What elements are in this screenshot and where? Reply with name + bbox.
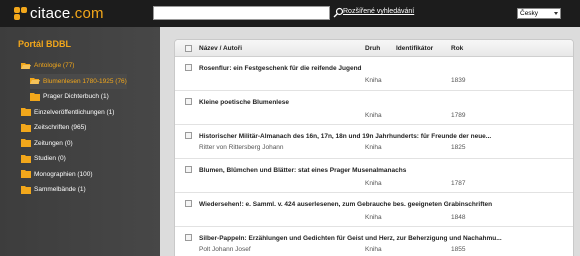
row-type: Kniha	[365, 112, 382, 119]
folder-open-icon	[30, 78, 40, 85]
row-type: Kniha	[365, 180, 382, 187]
column-header-id[interactable]: Identifikátor	[396, 45, 433, 52]
table-row[interactable]: Rosenflur: ein Festgeschenk für die reif…	[175, 57, 573, 91]
table-header: Název / Autoři Druh Identifikátor Rok	[175, 40, 573, 57]
folder-icon	[21, 185, 31, 194]
row-title[interactable]: Wiedersehen!: e. Samml. v. 424 auserlese…	[199, 201, 492, 208]
row-type: Kniha	[365, 144, 382, 151]
sidebar-item-label: Einzelveröffentlichungen (1)	[34, 108, 115, 116]
row-checkbox[interactable]	[185, 166, 192, 173]
results-table: Název / Autoři Druh Identifikátor Rok Ro…	[174, 39, 574, 256]
column-header-name[interactable]: Název / Autoři	[199, 45, 242, 52]
column-header-year[interactable]: Rok	[451, 45, 463, 52]
sidebar-item-label: Studien (0)	[34, 155, 66, 163]
sidebar-item-label: Antologie (77)	[34, 62, 75, 70]
row-checkbox[interactable]	[185, 98, 192, 105]
row-year: 1839	[451, 77, 466, 84]
sidebar-item-zeitschriften[interactable]: Zeitschriften (965)	[21, 120, 127, 136]
row-checkbox[interactable]	[185, 132, 192, 139]
row-year: 1787	[451, 180, 466, 187]
row-checkbox[interactable]	[185, 200, 192, 207]
chevron-down-icon	[554, 12, 558, 15]
sidebar-item-monographien[interactable]: Monographien (100)	[21, 167, 127, 183]
sidebar-nav: Antologie (77) Blumenlesen 1780-1925 (76…	[21, 58, 127, 198]
language-select[interactable]: Česky	[517, 8, 561, 19]
sidebar-item-label: Zeitschriften (965)	[34, 124, 87, 132]
row-title[interactable]: Blumen, Blümchen und Blätter: stat eines…	[199, 167, 406, 174]
sidebar-item-label: Blumenlesen 1780-1925 (76)	[43, 77, 127, 85]
row-title[interactable]: Silber-Pappeln: Erzählungen und Gedichte…	[199, 235, 502, 242]
table-row[interactable]: Wiedersehen!: e. Samml. v. 424 auserlese…	[175, 193, 573, 227]
column-header-type[interactable]: Druh	[365, 45, 380, 52]
main-content: Název / Autoři Druh Identifikátor Rok Ro…	[160, 27, 580, 256]
sidebar-item-label: Sammelbände (1)	[34, 186, 86, 194]
logo-text: citace.com	[30, 5, 104, 22]
table-row[interactable]: Historischer Militär-Almanach des 16n, 1…	[175, 125, 573, 159]
row-type: Kniha	[365, 214, 382, 221]
row-year: 1855	[451, 246, 466, 253]
row-year: 1789	[451, 112, 466, 119]
sidebar-item-label: Prager Dichterbuch (1)	[43, 93, 109, 101]
row-type: Kniha	[365, 246, 382, 253]
folder-icon	[30, 92, 40, 101]
folder-icon	[21, 170, 31, 179]
sidebar-item-label: Zeitungen (0)	[34, 139, 73, 147]
sidebar-item-blumenlesen[interactable]: Blumenlesen 1780-1925 (76)	[30, 73, 127, 89]
sidebar-item-einzelveroeffentlichungen[interactable]: Einzelveröffentlichungen (1)	[21, 105, 127, 121]
sidebar-item-zeitungen[interactable]: Zeitungen (0)	[21, 136, 127, 152]
language-value: Česky	[520, 10, 539, 17]
folder-icon	[21, 123, 31, 132]
portal-title: Portál BDBL	[18, 39, 72, 49]
folder-open-icon	[21, 62, 31, 69]
table-row[interactable]: Kleine poetische Blumenlese Kniha 1789	[175, 91, 573, 125]
table-row[interactable]: Silber-Pappeln: Erzählungen und Gedichte…	[175, 227, 573, 256]
sidebar-item-sammelbaende[interactable]: Sammelbände (1)	[21, 182, 127, 198]
row-year: 1825	[451, 144, 466, 151]
select-all-checkbox[interactable]	[185, 45, 192, 52]
sidebar-item-label: Monographien (100)	[34, 170, 93, 178]
sidebar: Portál BDBL Antologie (77) Blumenlesen 1…	[0, 27, 160, 256]
logo-icon	[14, 7, 27, 20]
row-checkbox[interactable]	[185, 234, 192, 241]
folder-icon	[21, 139, 31, 148]
row-title[interactable]: Historischer Militär-Almanach des 16n, 1…	[199, 133, 491, 140]
sidebar-item-prager-dichterbuch[interactable]: Prager Dichterbuch (1)	[30, 89, 127, 105]
row-author: Polt Johann Josef	[199, 246, 251, 253]
row-type: Kniha	[365, 77, 382, 84]
folder-icon	[21, 154, 31, 163]
row-title[interactable]: Rosenflur: ein Festgeschenk für die reif…	[199, 65, 362, 72]
logo[interactable]: citace.com	[14, 5, 104, 22]
sidebar-item-studien[interactable]: Studien (0)	[21, 151, 127, 167]
row-checkbox[interactable]	[185, 64, 192, 71]
table-row[interactable]: Blumen, Blümchen und Blätter: stat eines…	[175, 159, 573, 193]
row-title[interactable]: Kleine poetische Blumenlese	[199, 99, 289, 106]
top-bar: citace.com Rozšířené vyhledávání Česky	[0, 0, 580, 27]
folder-icon	[21, 108, 31, 117]
row-year: 1848	[451, 214, 466, 221]
sidebar-item-antologie[interactable]: Antologie (77)	[21, 58, 127, 74]
row-author: Ritter von Rittersberg Johann	[199, 144, 284, 151]
advanced-search-link[interactable]: Rozšířené vyhledávání	[343, 8, 414, 15]
search-input[interactable]	[153, 6, 330, 20]
